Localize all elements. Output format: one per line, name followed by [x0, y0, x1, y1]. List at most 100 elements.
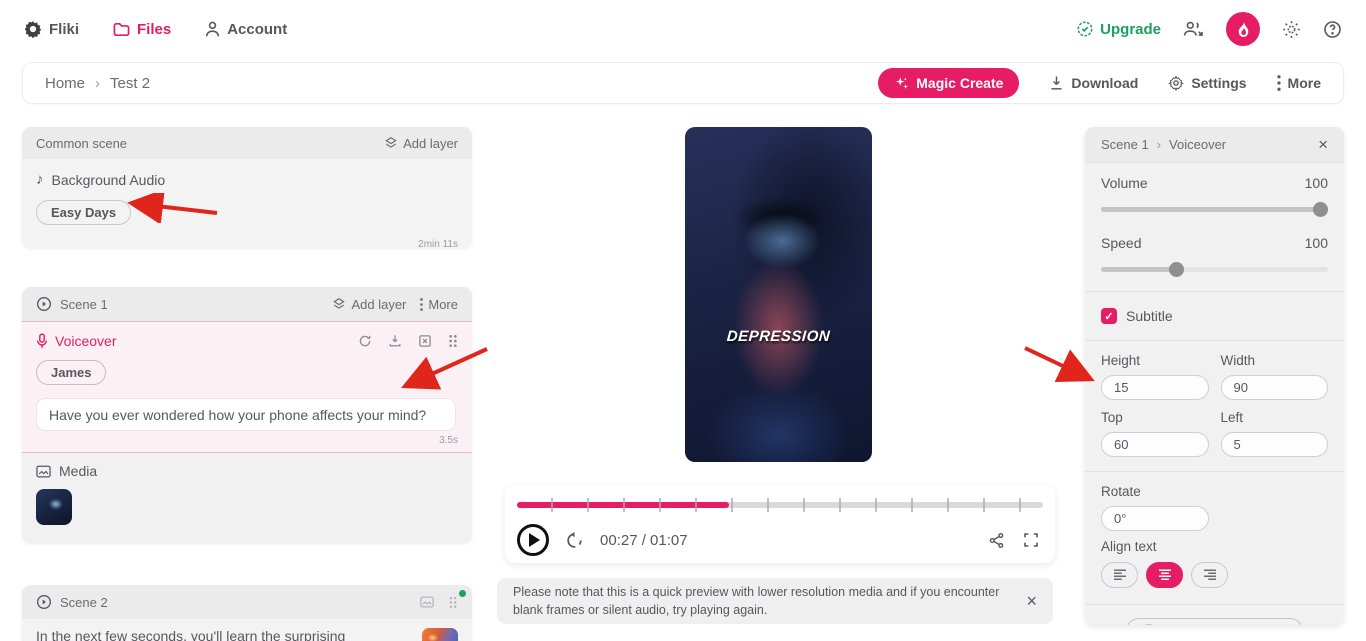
align-right-button[interactable]: [1191, 562, 1228, 588]
speed-label: Speed: [1101, 235, 1142, 251]
apply-all-scenes-button[interactable]: Apply to all scenes: [1126, 618, 1303, 625]
nav-account[interactable]: Account: [205, 21, 287, 38]
voiceover-text-input[interactable]: [36, 398, 456, 431]
speed-slider[interactable]: [1101, 261, 1328, 277]
left-label: Left: [1220, 410, 1244, 425]
scene1-more-label: More: [428, 296, 458, 312]
voiceover-layer[interactable]: Voiceover James 3.5s: [22, 321, 472, 453]
voiceover-duration: 3.5s: [439, 435, 458, 446]
download-icon: [1049, 75, 1064, 91]
common-scene-card: Common scene Add layer ♪ Background Audi…: [22, 127, 472, 248]
media-label: Media: [59, 463, 98, 479]
scene2-status-dot: [459, 590, 466, 597]
layer-inspector-panel: Scene 1 › Voiceover × Volume 100 Speed 1…: [1085, 127, 1344, 625]
nav-files[interactable]: Files: [113, 21, 171, 38]
image-icon[interactable]: [420, 595, 434, 609]
play-icon: [529, 533, 540, 547]
top-label: Top: [1101, 410, 1123, 425]
scene1-add-layer-label: Add layer: [351, 296, 407, 312]
inspector-layer-crumb: Voiceover: [1169, 137, 1227, 152]
notice-text: Please note that this is a quick preview…: [513, 584, 1000, 617]
help-button[interactable]: [1323, 20, 1342, 39]
volume-slider-handle[interactable]: [1313, 202, 1328, 217]
brand-label: Fliki: [49, 20, 80, 38]
chevron-right-icon: ›: [95, 74, 101, 92]
image-icon: [36, 465, 51, 478]
upgrade-label: Upgrade: [1100, 20, 1161, 38]
scene1-add-layer-button[interactable]: Add layer: [332, 297, 406, 312]
more-label: More: [1287, 75, 1321, 91]
theme-toggle-button[interactable]: [1282, 20, 1301, 39]
scene2-header: Scene 2: [22, 585, 472, 619]
magic-create-button[interactable]: Magic Create: [878, 68, 1020, 98]
scene2-title: Scene 2: [60, 594, 108, 610]
volume-value: 100: [1304, 175, 1328, 191]
upgrade-button[interactable]: Upgrade: [1076, 20, 1161, 38]
fliki-logo-icon: [24, 20, 42, 38]
close-icon[interactable]: ×: [1026, 592, 1037, 610]
download-label: Download: [1071, 75, 1139, 91]
align-center-button[interactable]: [1146, 562, 1183, 588]
drag-handle-icon[interactable]: [448, 596, 458, 609]
left-input[interactable]: [1220, 432, 1328, 457]
top-input[interactable]: [1101, 432, 1209, 457]
width-input[interactable]: [1220, 375, 1328, 400]
layers-icon: [332, 297, 346, 311]
dots-vertical-icon: [1276, 75, 1281, 91]
breadcrumb: Home › Test 2: [45, 75, 150, 92]
delete-layer-icon[interactable]: [418, 334, 432, 348]
scene2-text[interactable]: In the next few seconds, you'll learn th…: [36, 628, 412, 641]
breadcrumb-home[interactable]: Home: [45, 75, 85, 92]
timeline-scrubber[interactable]: [517, 498, 1043, 512]
audio-track-chip[interactable]: Easy Days: [36, 200, 132, 225]
scene1-header: Scene 1 Add layer More: [22, 287, 472, 321]
align-text-label: Align text: [1101, 539, 1157, 554]
sparkles-icon: [894, 76, 909, 91]
brand-logo[interactable]: Fliki: [24, 20, 79, 38]
regenerate-icon[interactable]: [358, 334, 372, 348]
scene1-card: Scene 1 Add layer More Voiceover James H…: [22, 287, 472, 543]
rotate-input[interactable]: [1101, 506, 1209, 531]
speed-slider-handle[interactable]: [1169, 262, 1184, 277]
media-layer[interactable]: Media: [22, 453, 472, 537]
inspector-header: Scene 1 › Voiceover ×: [1085, 127, 1344, 163]
drag-handle-icon[interactable]: [448, 334, 458, 348]
subtitle-toggle-row[interactable]: ✓ Subtitle: [1085, 294, 1344, 338]
common-scene-title: Common scene: [36, 135, 128, 151]
voiceover-label: Voiceover: [55, 333, 117, 349]
fullscreen-icon[interactable]: [1023, 532, 1039, 548]
subtitle-checkbox[interactable]: ✓: [1101, 308, 1117, 324]
mic-icon: [36, 333, 48, 349]
height-input[interactable]: [1101, 375, 1209, 400]
voice-name-chip[interactable]: James: [36, 360, 107, 385]
timeline-ticks: [517, 498, 1043, 512]
magic-create-label: Magic Create: [916, 75, 1004, 91]
credits-button[interactable]: [1226, 12, 1260, 46]
play-button[interactable]: [517, 524, 549, 556]
invite-users-button[interactable]: [1183, 20, 1204, 38]
gear-icon: [1168, 75, 1185, 91]
align-left-button[interactable]: [1101, 562, 1138, 588]
play-circle-icon[interactable]: [36, 296, 52, 312]
common-add-layer-button[interactable]: Add layer: [384, 136, 458, 151]
settings-button[interactable]: Settings: [1168, 75, 1247, 91]
share-icon[interactable]: [988, 532, 1005, 549]
more-button[interactable]: More: [1276, 75, 1321, 91]
breadcrumb-current: Test 2: [110, 74, 151, 92]
video-preview[interactable]: DEPRESSION: [685, 127, 872, 462]
scene1-title: Scene 1: [60, 296, 108, 312]
scene2-thumbnail[interactable]: [422, 628, 458, 641]
sun-icon: [1282, 20, 1301, 39]
scene1-more-button[interactable]: More: [420, 297, 458, 312]
play-circle-icon[interactable]: [36, 594, 52, 610]
dots-vertical-icon: [420, 297, 424, 311]
restart-icon[interactable]: [565, 531, 584, 550]
background-audio-layer[interactable]: ♪ Background Audio: [36, 171, 458, 188]
volume-slider[interactable]: [1101, 201, 1328, 217]
inspector-scene-crumb[interactable]: Scene 1: [1101, 137, 1149, 152]
download-button[interactable]: Download: [1049, 75, 1138, 91]
media-thumbnail[interactable]: [36, 489, 72, 525]
question-icon: [1323, 20, 1342, 39]
close-icon[interactable]: ×: [1318, 135, 1328, 155]
download-audio-icon[interactable]: [388, 334, 402, 348]
